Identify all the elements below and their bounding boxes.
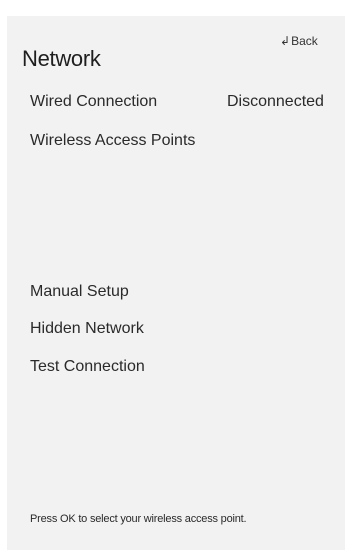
back-arrow-icon: ↲ bbox=[280, 34, 291, 48]
menu-item-wireless-access-points[interactable]: Wireless Access Points bbox=[30, 132, 195, 150]
help-hint-text: Press OK to select your wireless access … bbox=[30, 513, 247, 525]
wired-connection-status: Disconnected bbox=[227, 93, 324, 110]
menu-item-hidden-network[interactable]: Hidden Network bbox=[30, 320, 144, 338]
network-menu-panel: Network ↲ Back Wired Connection Disconne… bbox=[7, 16, 345, 550]
back-label: Back bbox=[291, 34, 318, 48]
menu-item-test-connection[interactable]: Test Connection bbox=[30, 358, 145, 376]
page-title: Network bbox=[22, 46, 101, 71]
menu-item-manual-setup[interactable]: Manual Setup bbox=[30, 283, 129, 301]
menu-item-wired-connection[interactable]: Wired Connection bbox=[30, 93, 157, 111]
back-button[interactable]: ↲ Back bbox=[280, 34, 318, 48]
